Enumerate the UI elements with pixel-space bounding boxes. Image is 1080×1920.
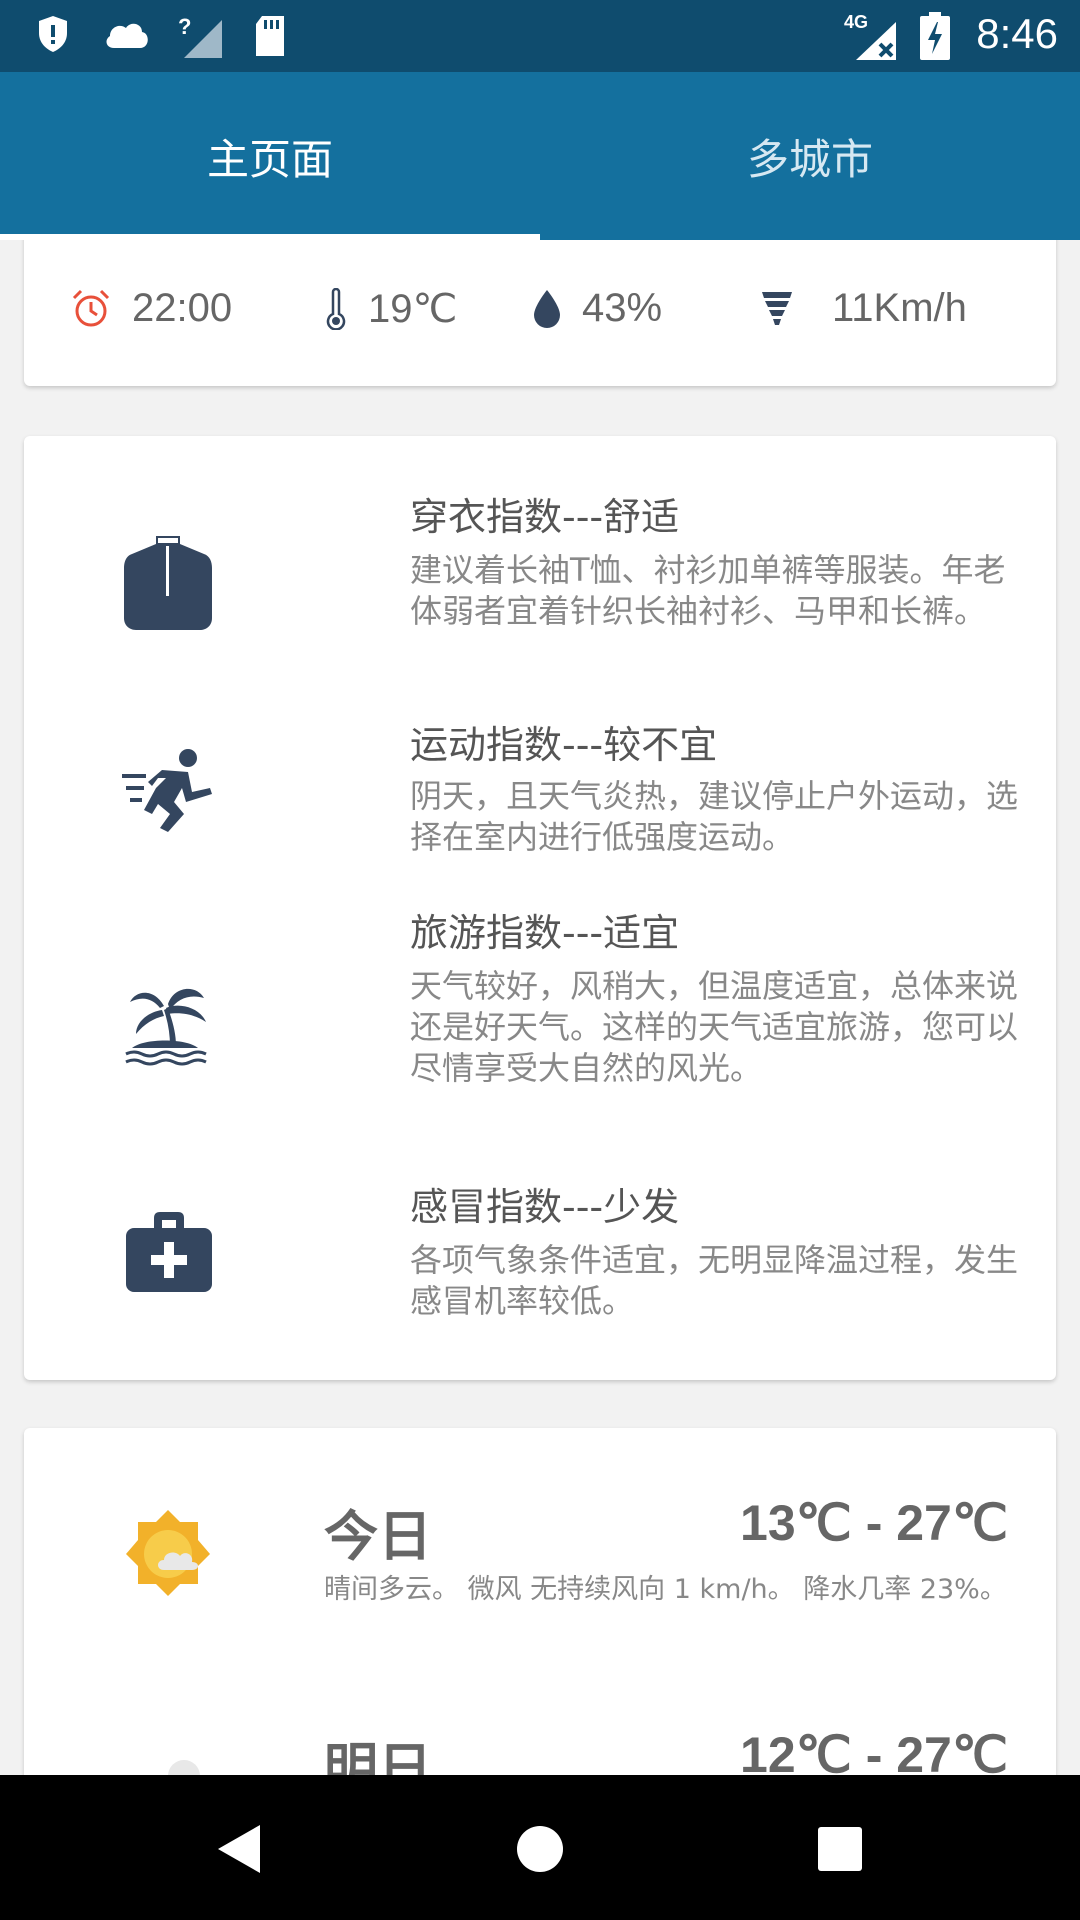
alarm-clock-icon: [72, 289, 110, 326]
home-icon[interactable]: [516, 1825, 564, 1873]
thermometer-icon: [326, 288, 346, 330]
current-conditions-card: 22:00 19℃ 43% 11Km/h: [24, 240, 1056, 386]
current-humidity-value: 43%: [582, 286, 663, 330]
forecast-range: 13℃ - 27℃: [740, 1495, 1008, 1551]
index-title: 穿衣指数---舒适: [410, 495, 680, 539]
forecast-range: 12℃ - 27℃: [740, 1727, 1008, 1775]
status-bar: ? 4G 8:46: [0, 0, 1080, 72]
forecast-item-tomorrow[interactable]: 明日 12℃ - 27℃: [24, 1727, 1056, 1775]
index-desc: 天气较好，风稍大，但温度适宜，总体来说还是好天气。这样的天气适宜旅游，您可以尽情…: [410, 967, 1019, 1087]
sd-card-icon: [256, 16, 284, 56]
index-desc: 建议着长袖T恤、衬衫加单裤等服装。年老体弱者宜着针织长袖衬衫、马甲和长裤。: [410, 551, 1006, 630]
forecast-item-today[interactable]: 今日 13℃ - 27℃ 晴间多云。 微风 无持续风向 1 km/h。 降水几率…: [24, 1428, 1056, 1668]
forecast-card: 今日 13℃ - 27℃ 晴间多云。 微风 无持续风向 1 km/h。 降水几率…: [24, 1428, 1056, 1775]
current-temperature-value: 19℃: [368, 287, 458, 331]
recents-icon[interactable]: [818, 1827, 862, 1871]
cloud-icon: [106, 23, 148, 48]
current-wind-value: 11Km/h: [832, 286, 967, 330]
metric-time: 22:00: [70, 286, 232, 331]
forecast-day: 今日: [324, 1505, 432, 1568]
tab-multi-city[interactable]: 多城市: [540, 72, 1080, 240]
tab-main[interactable]: 主页面: [0, 72, 540, 240]
weather-icon: [168, 1760, 200, 1775]
battery-charging-icon: [920, 12, 950, 60]
running-icon: [122, 749, 212, 832]
forecast-desc: 晴间多云。 微风 无持续风向 1 km/h。 降水几率 23%。: [324, 1574, 1007, 1605]
metric-humidity: 43%: [532, 286, 662, 331]
index-title: 运动指数---较不宜: [410, 723, 718, 767]
status-time: 8:46: [976, 10, 1058, 57]
svg-text:?: ?: [178, 14, 191, 39]
metric-temperature: 19℃: [324, 286, 457, 332]
mobile-data-icon: 4G: [844, 12, 900, 62]
index-desc: 阴天，且天气炎热，建议停止户外运动，选择在室内进行低强度运动。: [410, 777, 1019, 856]
tab-bar: 主页面 多城市: [0, 72, 1080, 240]
content-scroll[interactable]: 22:00 19℃ 43% 11Km/h 穿衣指数---舒适 建议着长袖T恤、衬…: [0, 240, 1080, 1775]
navigation-bar: [0, 1775, 1080, 1920]
water-drop-icon: [534, 289, 560, 328]
no-signal-icon: ?: [178, 14, 222, 58]
back-icon[interactable]: [216, 1823, 262, 1875]
metric-wind: 11Km/h: [760, 286, 967, 331]
shirt-icon: [124, 536, 212, 630]
palm-tree-icon: [125, 988, 207, 1066]
shield-icon: [39, 16, 67, 52]
index-desc: 各项气象条件适宜，无明显降温过程，发生感冒机率较低。: [410, 1241, 1019, 1320]
forecast-day: 明日: [324, 1737, 432, 1775]
medical-kit-icon: [126, 1212, 212, 1292]
life-indices-card: 穿衣指数---舒适 建议着长袖T恤、衬衫加单裤等服装。年老体弱者宜着针织长袖衬衫…: [24, 436, 1056, 1380]
index-title: 感冒指数---少发: [410, 1185, 680, 1229]
tornado-icon: [762, 291, 792, 325]
index-title: 旅游指数---适宜: [410, 911, 680, 955]
current-time-value: 22:00: [132, 286, 233, 330]
sun-cloud-icon: [126, 1510, 210, 1596]
